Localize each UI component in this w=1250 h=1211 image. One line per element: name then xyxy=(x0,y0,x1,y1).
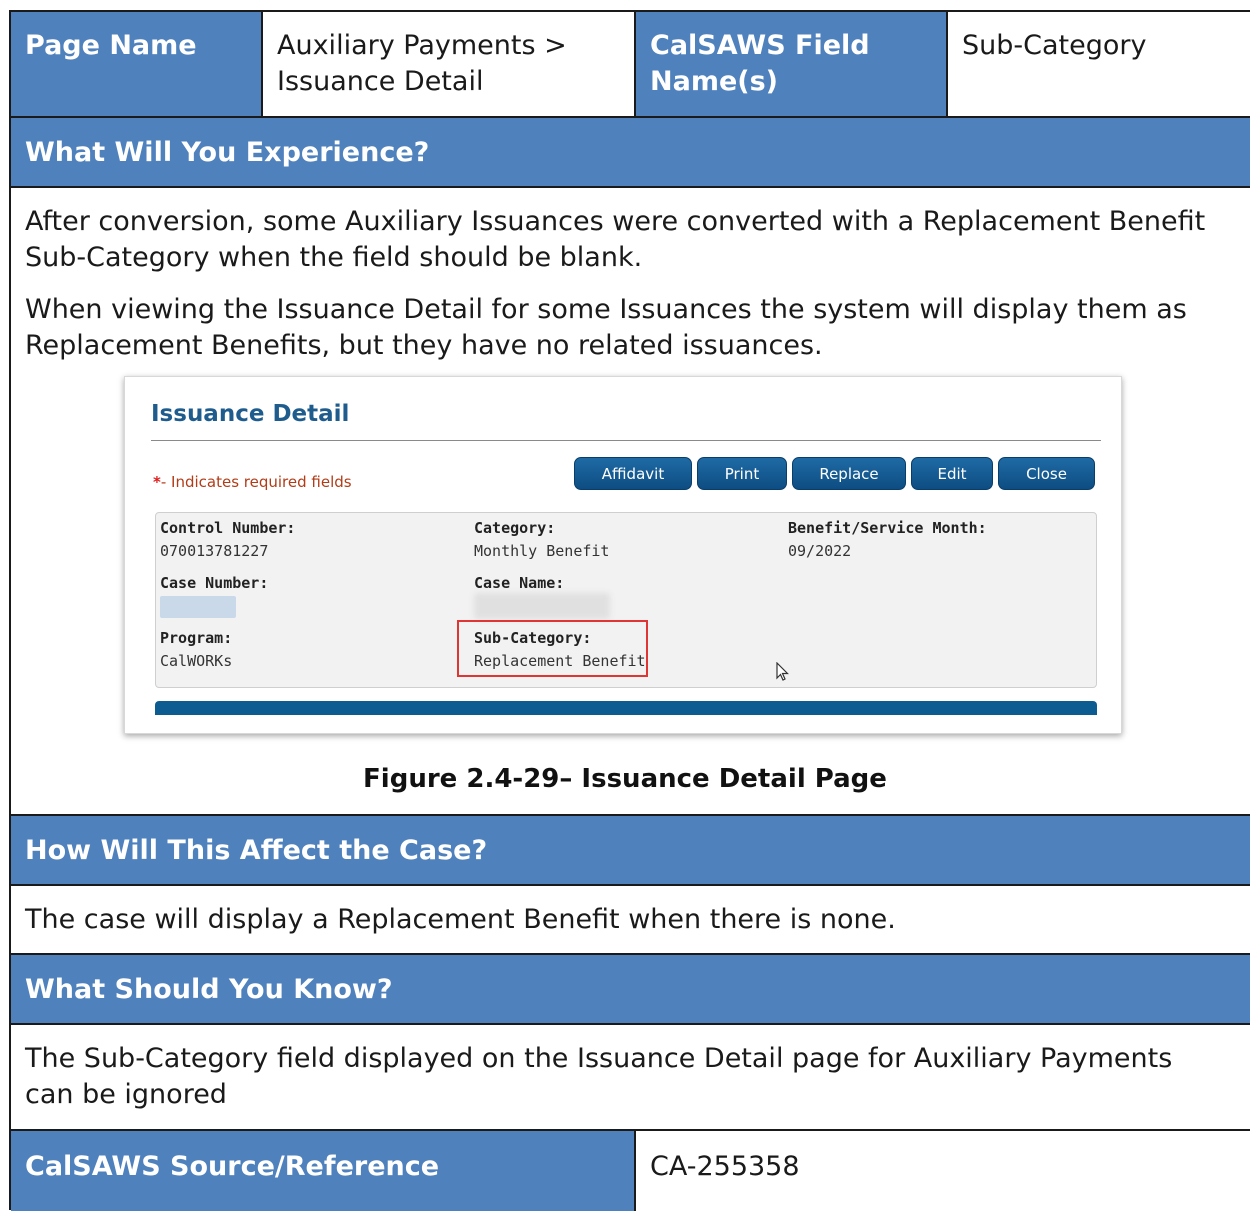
category-value: Monthly Benefit xyxy=(474,542,610,560)
page-name-label: Page Name xyxy=(11,12,261,116)
close-button[interactable]: Close xyxy=(998,457,1095,490)
benefit-month-label: Benefit/Service Month: xyxy=(788,519,987,537)
mouse-cursor-icon xyxy=(776,662,789,681)
affect-section-title: How Will This Affect the Case? xyxy=(11,816,1250,886)
program-value: CalWORKs xyxy=(160,652,233,670)
experience-paragraph-1: After conversion, some Auxiliary Issuanc… xyxy=(25,206,1206,273)
required-fields-note: *- Indicates required fields xyxy=(153,473,352,491)
edit-button[interactable]: Edit xyxy=(911,457,993,490)
print-button[interactable]: Print xyxy=(697,457,787,490)
case-name-label: Case Name: xyxy=(474,574,565,592)
affidavit-button[interactable]: Affidavit xyxy=(574,457,692,490)
issuance-detail-title: Issuance Detail xyxy=(151,401,350,427)
source-label: CalSAWS Source/Reference xyxy=(11,1131,634,1211)
source-row: CalSAWS Source/Reference CA-255358 xyxy=(11,1131,1250,1211)
category-label: Category: xyxy=(474,519,556,537)
title-divider xyxy=(151,440,1101,441)
know-text: The Sub-Category field displayed on the … xyxy=(25,1043,1173,1110)
case-number-label: Case Number: xyxy=(160,574,269,592)
control-number-label: Control Number: xyxy=(160,519,296,537)
sub-category-highlight-box xyxy=(457,620,648,677)
know-section-body: The Sub-Category field displayed on the … xyxy=(11,1025,1250,1131)
section-header-bar xyxy=(155,701,1097,715)
category-field: Category: Monthly Benefit xyxy=(474,517,609,563)
required-fields-text: - Indicates required fields xyxy=(160,473,352,491)
control-number-value: 070013781227 xyxy=(160,542,269,560)
required-star-icon: * xyxy=(153,473,161,491)
control-number-field: Control Number: 070013781227 xyxy=(160,517,295,563)
affect-text: The case will display a Replacement Bene… xyxy=(25,904,896,935)
benefit-month-value: 09/2022 xyxy=(788,542,852,560)
case-name-field: Case Name: xyxy=(474,572,564,595)
program-field: Program: CalWORKs xyxy=(160,627,232,673)
affect-section-body: The case will display a Replacement Bene… xyxy=(11,886,1250,955)
source-value: CA-255358 xyxy=(634,1131,1250,1211)
issuance-detail-screenshot: Issuance Detail *- Indicates required fi… xyxy=(124,376,1122,734)
field-name-label: CalSAWS Field Name(s) xyxy=(634,12,947,116)
experience-section-title: What Will You Experience? xyxy=(11,118,1250,188)
header-row: Page Name Auxiliary Payments > Issuance … xyxy=(11,12,1250,118)
case-number-field: Case Number: xyxy=(160,572,268,595)
case-name-redacted xyxy=(474,593,610,619)
benefit-month-field: Benefit/Service Month: 09/2022 xyxy=(788,517,987,563)
field-name-value: Sub-Category xyxy=(946,12,1250,116)
program-label: Program: xyxy=(160,629,233,647)
replace-button[interactable]: Replace xyxy=(792,457,906,490)
page-name-value: Auxiliary Payments > Issuance Detail xyxy=(261,12,634,116)
figure-caption: Figure 2.4-29– Issuance Detail Page xyxy=(363,764,887,794)
know-section-title: What Should You Know? xyxy=(11,955,1250,1025)
case-number-redacted xyxy=(160,596,236,618)
experience-paragraph-2: When viewing the Issuance Detail for som… xyxy=(25,294,1187,361)
action-buttons: Affidavit Print Replace Edit Close xyxy=(574,457,1095,490)
